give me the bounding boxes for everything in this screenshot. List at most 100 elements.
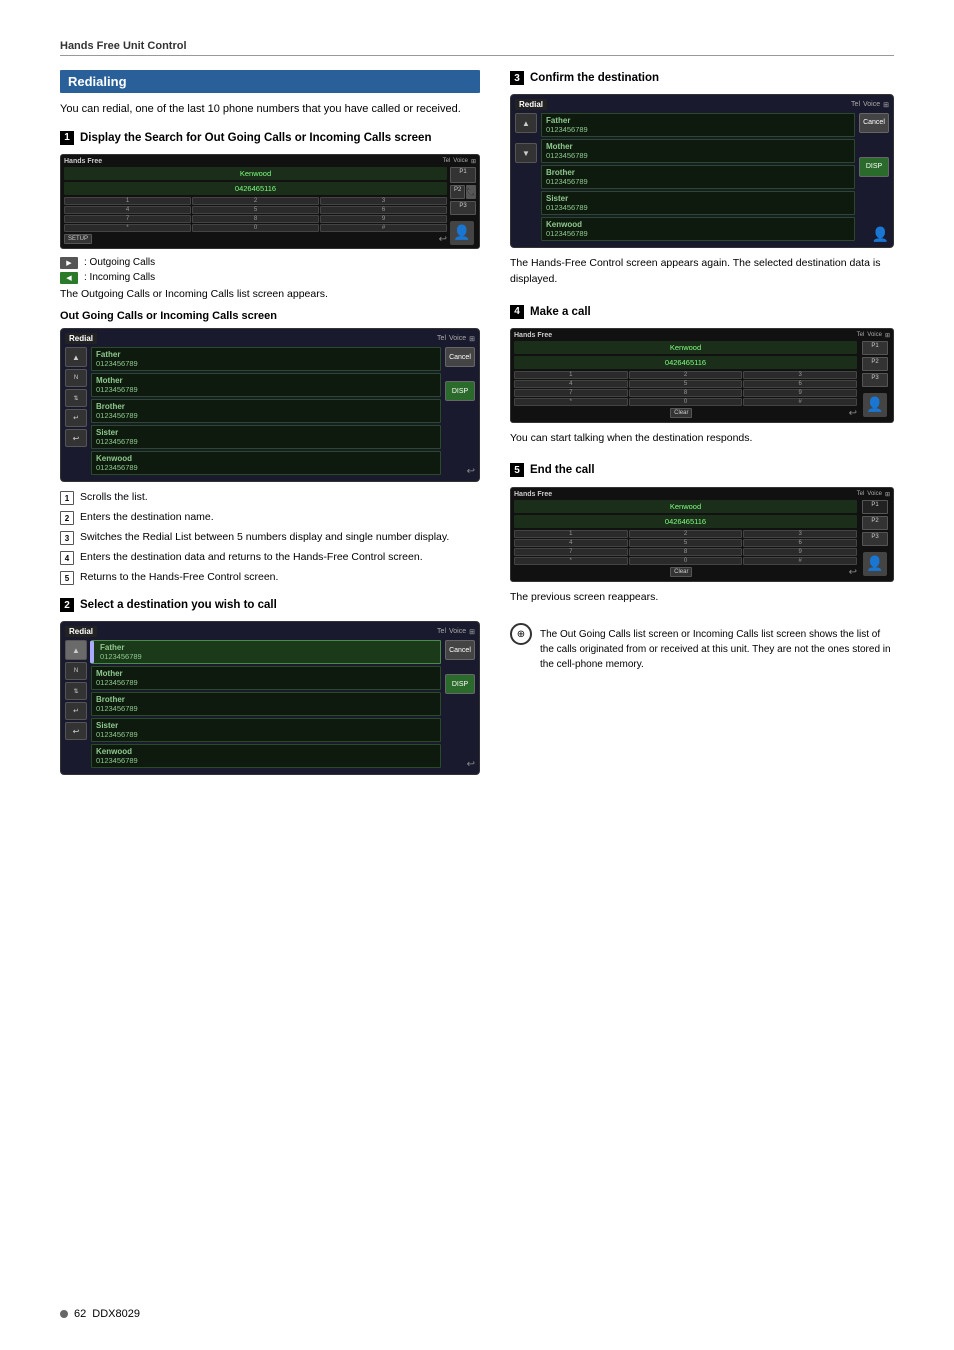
- outgoing-screen-title: Out Going Calls or Incoming Calls screen: [60, 310, 480, 322]
- list-item[interactable]: Sister 0123456789: [91, 425, 441, 449]
- redial-label: Redial: [65, 333, 97, 344]
- sidebar-enter-btn[interactable]: ↵: [65, 409, 87, 427]
- sidebar-back-btn[interactable]: ↩: [65, 429, 87, 447]
- step4-p2-btn[interactable]: P2: [862, 357, 888, 371]
- step2-sidebar-enter[interactable]: ↵: [65, 702, 87, 720]
- conf-enter-icon[interactable]: 👤: [872, 226, 889, 243]
- conf-cancel-btn[interactable]: Cancel: [859, 113, 889, 133]
- confirm-action-buttons: Cancel DISP 👤: [859, 113, 889, 243]
- hands-free-screen-step1: Hands Free Tel Voice ⊞ Kenwood 042646511…: [60, 154, 480, 249]
- setup-btn[interactable]: SETUP: [64, 234, 92, 244]
- list-item[interactable]: Sister 0123456789: [91, 718, 441, 742]
- disp-btn[interactable]: DISP: [445, 381, 475, 401]
- step4-bottom: Clear ↩: [514, 408, 857, 419]
- list-item[interactable]: Father 0123456789: [91, 640, 441, 664]
- confirm-entries: Father 0123456789 Mother 0123456789 Brot…: [541, 113, 855, 243]
- incoming-label: : Incoming Calls: [84, 272, 155, 283]
- step5-hf-number: 0426465116: [514, 515, 857, 528]
- step5-p1-btn[interactable]: P1: [862, 500, 888, 514]
- enter-icon[interactable]: ↩: [467, 466, 475, 477]
- step4-title: Make a call: [530, 304, 591, 320]
- step5-clear-btn[interactable]: Clear: [670, 567, 692, 577]
- legend-incoming: ◀ : Incoming Calls: [60, 272, 480, 284]
- incoming-icon: ◀: [60, 272, 78, 284]
- redial-sidebar: ▲ N ⇅ ↵ ↩: [65, 347, 87, 477]
- step3-section: 3 Confirm the destination Redial TelVoic…: [510, 70, 894, 288]
- step4-p3-btn[interactable]: P3: [862, 373, 888, 387]
- list-item[interactable]: Kenwood 0123456789: [91, 744, 441, 768]
- step4-clear-btn[interactable]: Clear: [670, 408, 692, 418]
- sidebar-switch-btn[interactable]: ⇅: [65, 389, 87, 407]
- step5-title: End the call: [530, 462, 595, 478]
- step2-sidebar-switch[interactable]: ⇅: [65, 682, 87, 700]
- step2-sidebar-n[interactable]: N: [65, 662, 87, 680]
- step4-hf-number: 0426465116: [514, 356, 857, 369]
- conf-disp-btn[interactable]: DISP: [859, 157, 889, 177]
- step5-p2-btn[interactable]: P2: [862, 516, 888, 530]
- step2-sidebar-back[interactable]: ↩: [65, 722, 87, 740]
- step4-number: 4: [510, 305, 524, 319]
- step5-section: 5 End the call Hands Free Tel Voice ⊞: [510, 462, 894, 605]
- step4-section: 4 Make a call Hands Free Tel Voice ⊞: [510, 304, 894, 447]
- confirm-redial-label: Redial: [515, 99, 547, 110]
- list-item[interactable]: Brother 0123456789: [91, 692, 441, 716]
- step4-hf-name: Kenwood: [514, 341, 857, 354]
- list-item[interactable]: Father 0123456789: [541, 113, 855, 137]
- step4-hf-label: Hands Free: [514, 332, 552, 339]
- redial-status: TelVoice⊞: [437, 335, 475, 343]
- feature-list: 1 Scrolls the list. 2 Enters the destina…: [60, 490, 480, 585]
- hf-name: Kenwood: [64, 167, 447, 180]
- step5-p3-btn[interactable]: P3: [862, 532, 888, 546]
- footer-page: 62: [74, 1308, 86, 1320]
- step2-title: Select a destination you wish to call: [80, 597, 277, 613]
- confirm-sidebar: ▲ ▼: [515, 113, 537, 243]
- step2-sidebar-up[interactable]: ▲: [65, 640, 87, 660]
- redial-action-buttons: Cancel DISP ↩: [445, 347, 475, 477]
- sidebar-name-btn[interactable]: N: [65, 369, 87, 387]
- hf-bottom-controls: SETUP ↩: [64, 234, 447, 245]
- step2-enter-icon[interactable]: ↩: [467, 759, 475, 770]
- hf-number: 0426465116: [64, 182, 447, 195]
- list-item: 3 Switches the Redial List between 5 num…: [60, 530, 480, 545]
- p3-btn[interactable]: P3: [450, 201, 476, 215]
- confirm-list: ▲ ▼ Father 0123456789 Mother 0123456: [515, 113, 889, 243]
- confirm-screen: Redial TelVoice⊞ ▲ ▼ Fath: [510, 94, 894, 248]
- list-item: 1 Scrolls the list.: [60, 490, 480, 505]
- conf-up[interactable]: ▲: [515, 113, 537, 133]
- list-item[interactable]: Kenwood 0123456789: [91, 451, 441, 475]
- step2-cancel-btn[interactable]: Cancel: [445, 640, 475, 660]
- note-icon: ⊕: [510, 623, 532, 645]
- legend-outgoing: ▶ : Outgoing Calls: [60, 257, 480, 269]
- conf-down[interactable]: ▼: [515, 143, 537, 163]
- list-item[interactable]: Mother 0123456789: [91, 373, 441, 397]
- p1-btn[interactable]: P1: [450, 167, 476, 183]
- intro-text: You can redial, one of the last 10 phone…: [60, 101, 480, 118]
- right-column: 3 Confirm the destination Redial TelVoic…: [510, 70, 894, 783]
- p2-btn[interactable]: P2: [450, 185, 465, 199]
- list-item: 5 Returns to the Hands-Free Control scre…: [60, 570, 480, 585]
- redial-list: ▲ N ⇅ ↵ ↩ Father 0123456789 Mother: [65, 347, 475, 477]
- list-item[interactable]: Father 0123456789: [91, 347, 441, 371]
- footer-dot: [60, 1310, 68, 1318]
- cancel-btn[interactable]: Cancel: [445, 347, 475, 367]
- list-item[interactable]: Brother 0123456789: [91, 399, 441, 423]
- list-item[interactable]: Mother 0123456789: [91, 666, 441, 690]
- confirm-desc: The Hands-Free Control screen appears ag…: [510, 256, 894, 288]
- step5-header: 5 End the call: [510, 462, 894, 478]
- outgoing-icon: ▶: [60, 257, 78, 269]
- list-item[interactable]: Brother 0123456789: [541, 165, 855, 189]
- page: Hands Free Unit Control Redialing You ca…: [0, 0, 954, 1350]
- list-item[interactable]: Kenwood 0123456789: [541, 217, 855, 241]
- make-call-desc: You can start talking when the destinati…: [510, 431, 894, 447]
- step2-list: ▲ N ⇅ ↵ ↩ Father 0123456789 Mother: [65, 640, 475, 770]
- sidebar-up-btn[interactable]: ▲: [65, 347, 87, 367]
- hf-label: Hands Free: [64, 158, 102, 165]
- step4-p1-btn[interactable]: P1: [862, 341, 888, 355]
- step2-sidebar: ▲ N ⇅ ↵ ↩: [65, 640, 87, 770]
- list-item[interactable]: Sister 0123456789: [541, 191, 855, 215]
- footer: 62 DDX8029: [60, 1308, 140, 1320]
- step2-entries: Father 0123456789 Mother 0123456789 Brot…: [91, 640, 441, 770]
- list-item[interactable]: Mother 0123456789: [541, 139, 855, 163]
- step2-disp-btn[interactable]: DISP: [445, 674, 475, 694]
- step5-hf-name: Kenwood: [514, 500, 857, 513]
